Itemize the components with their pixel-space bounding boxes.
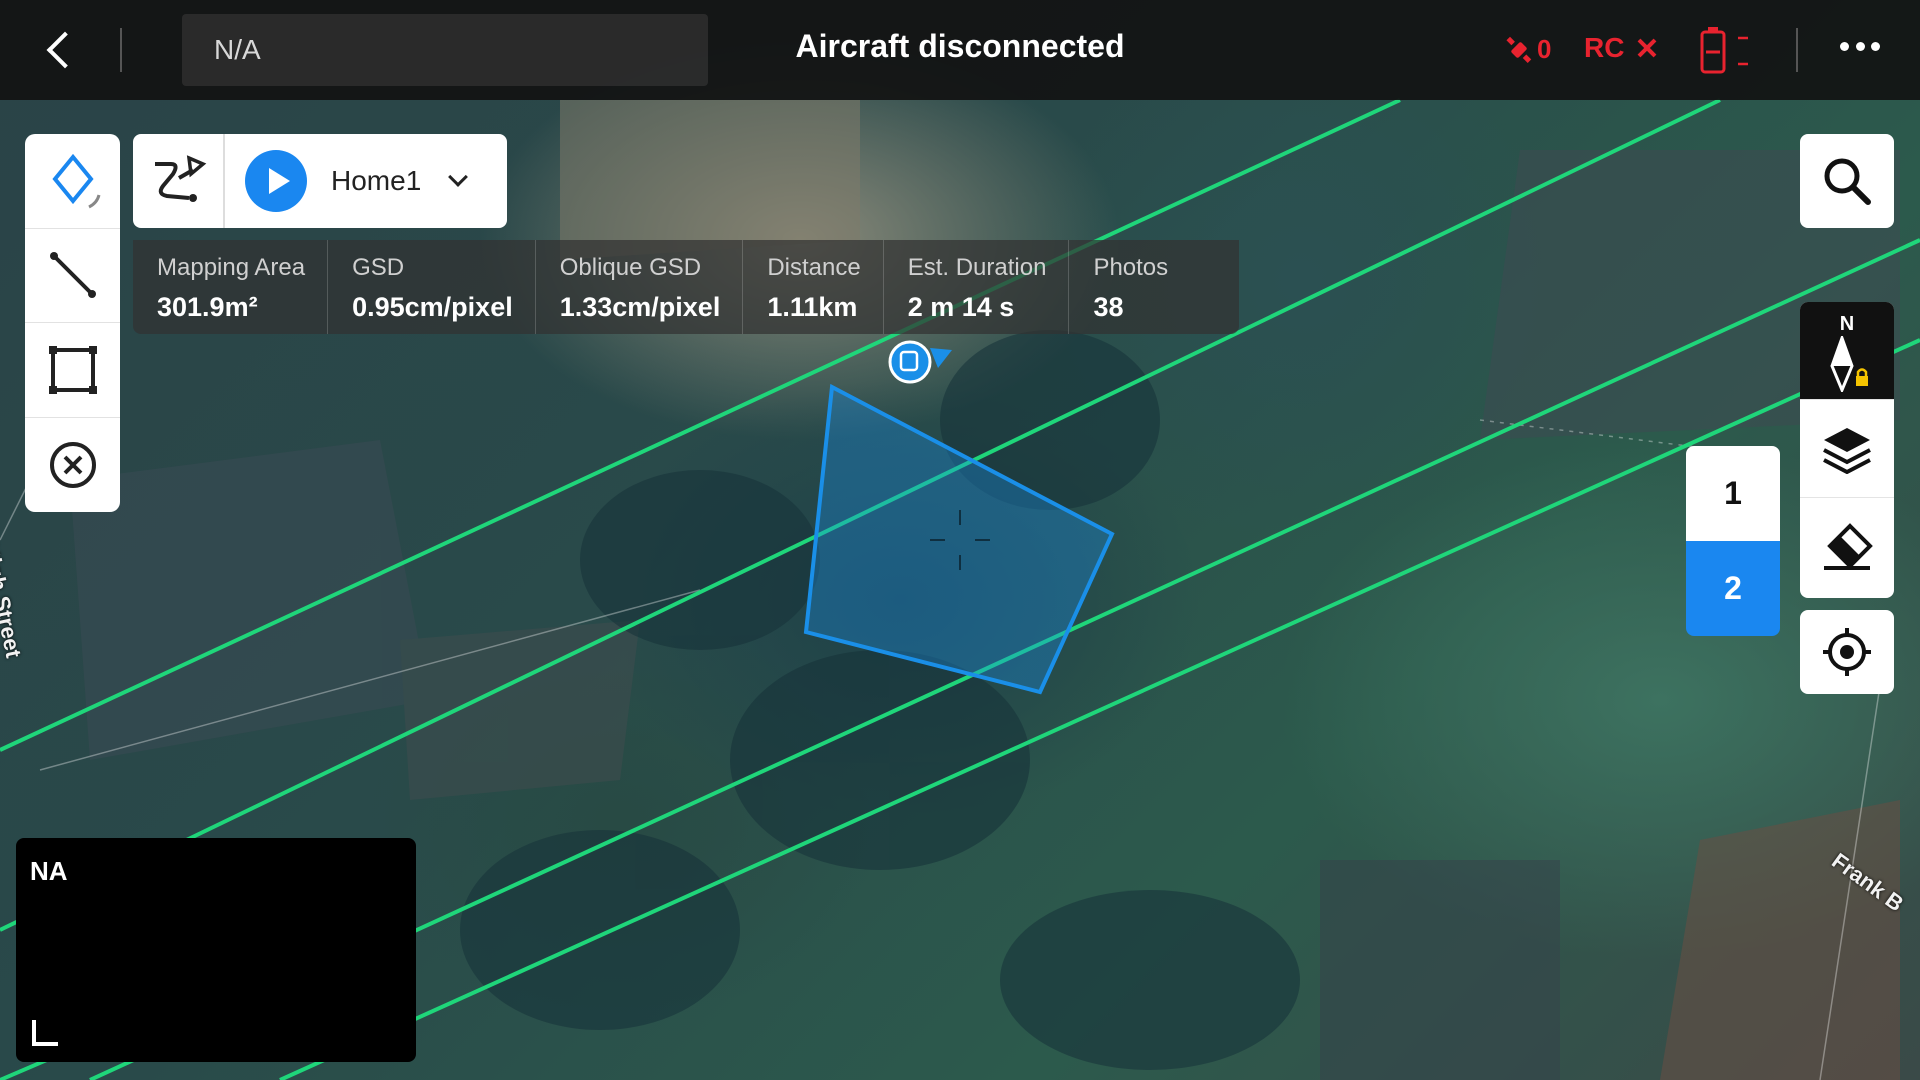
divider <box>1796 28 1798 72</box>
route-icon[interactable] <box>133 134 225 228</box>
stat-label: Distance <box>767 254 861 281</box>
chevron-down-icon[interactable] <box>448 167 469 187</box>
satellite-status[interactable]: 0 <box>1505 34 1551 65</box>
layer-option-1[interactable]: 1 <box>1686 446 1780 541</box>
satellite-count: 0 <box>1537 34 1552 64</box>
building-roof <box>400 620 640 800</box>
route-name: Home1 <box>331 165 422 196</box>
satellite-icon <box>1506 36 1532 63</box>
eraser-button[interactable] <box>1800 498 1894 596</box>
stat-value: 0.95cm/pixel <box>352 292 513 322</box>
locate-icon <box>1823 628 1871 676</box>
diamond-icon <box>51 153 100 209</box>
stat-label: Oblique GSD <box>559 254 702 281</box>
rc-status[interactable]: RC <box>1584 32 1658 64</box>
layers-button[interactable] <box>1800 400 1894 498</box>
stat-value: 1.11km <box>767 292 858 322</box>
mission-stats-bar: Mapping Area 301.9m² GSD 0.95cm/pixel Ob… <box>133 240 1239 334</box>
driveway <box>560 100 860 260</box>
route-selector[interactable]: Home1 <box>133 134 507 228</box>
stat-value: 2 m 14 s <box>907 292 1015 322</box>
compass-lock-icon <box>1830 336 1868 392</box>
building-roof <box>1660 800 1900 1080</box>
divider <box>120 28 122 72</box>
rectangle-tool[interactable] <box>25 323 120 418</box>
polygon-area-tool[interactable] <box>25 134 120 229</box>
stat-photos: Photos 38 <box>1069 240 1190 334</box>
mini-camera-view[interactable]: NA <box>16 838 416 1062</box>
x-icon <box>1637 38 1657 58</box>
locate-button[interactable] <box>1800 610 1894 694</box>
play-icon[interactable] <box>245 150 307 212</box>
line-tool[interactable] <box>25 229 120 323</box>
tree <box>580 470 820 650</box>
stat-value: 38 <box>1093 292 1124 322</box>
stat-label: Mapping Area <box>157 254 306 281</box>
stat-distance: Distance 1.11km <box>743 240 884 334</box>
layers-icon <box>1823 427 1871 474</box>
tool-panel <box>25 134 120 512</box>
stat-label: Est. Duration <box>907 254 1047 281</box>
mission-name-field[interactable]: N/A <box>182 14 708 86</box>
map-controls: N <box>1800 302 1894 598</box>
stat-value: 301.9m² <box>157 292 258 322</box>
search-button[interactable] <box>1800 134 1894 228</box>
mini-view-label: NA <box>30 856 68 886</box>
search-icon <box>1824 158 1871 205</box>
stat-est-duration: Est. Duration 2 m 14 s <box>884 240 1070 334</box>
eraser-icon <box>1824 523 1873 570</box>
tree <box>1000 890 1300 1070</box>
clear-tool[interactable] <box>25 418 120 513</box>
stat-mapping-area: Mapping Area 301.9m² <box>133 240 329 334</box>
stat-label: GSD <box>352 254 405 281</box>
expand-corner-icon[interactable] <box>32 1020 58 1046</box>
rectangle-select-icon <box>48 345 97 394</box>
layer-option-2[interactable]: 2 <box>1686 541 1780 636</box>
connection-status: Aircraft disconnected <box>795 28 1125 64</box>
clear-icon <box>49 441 96 488</box>
layer-selector: 1 2 <box>1686 446 1780 636</box>
rc-label: RC <box>1584 32 1625 63</box>
more-dots-icon[interactable] <box>1840 42 1880 58</box>
takeoff-point-icon[interactable] <box>888 340 952 384</box>
tree <box>460 830 740 1030</box>
stat-oblique-gsd: Oblique GSD 1.33cm/pixel <box>536 240 744 334</box>
battery-icon[interactable] <box>1700 26 1762 81</box>
top-bar: N/A Aircraft disconnected 0 RC <box>0 0 1920 100</box>
building-roof <box>1320 860 1560 1080</box>
stat-gsd: GSD 0.95cm/pixel <box>328 240 536 334</box>
line-segment-icon <box>49 252 96 299</box>
compass-button[interactable]: N <box>1800 302 1894 400</box>
compass-north-label: N <box>1839 313 1855 335</box>
stat-label: Photos <box>1093 254 1169 281</box>
stat-value: 1.33cm/pixel <box>559 292 721 322</box>
chevron-left-icon[interactable] <box>40 25 84 75</box>
